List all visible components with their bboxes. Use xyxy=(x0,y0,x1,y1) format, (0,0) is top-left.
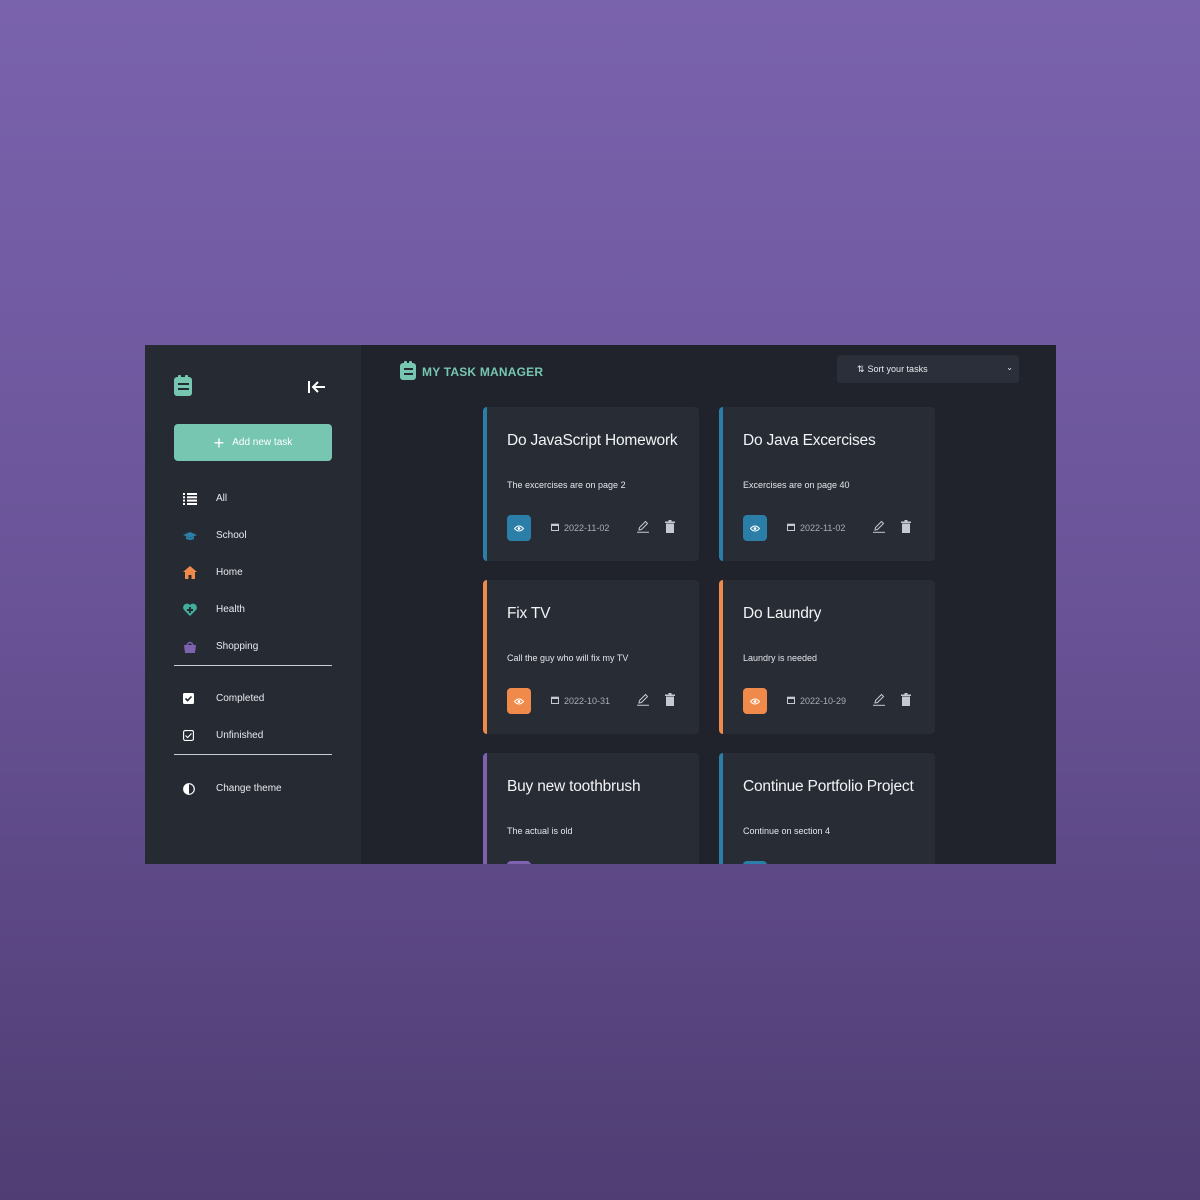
eye-icon xyxy=(749,519,761,537)
sidebar-item-home[interactable]: Home xyxy=(174,554,332,591)
task-due-date: 2022-11-02 xyxy=(551,523,609,533)
trash-icon[interactable] xyxy=(665,520,675,533)
task-due-date: 2022-10-31 xyxy=(551,696,610,706)
task-title: Do Java Excercises xyxy=(743,432,876,449)
heart-plus-icon xyxy=(174,603,216,616)
calendar-icon xyxy=(787,696,795,706)
eye-icon xyxy=(513,519,525,537)
page-title: MY TASK MANAGER xyxy=(422,364,544,379)
checkbox-checked-icon xyxy=(174,693,216,704)
trash-icon[interactable] xyxy=(901,520,911,533)
task-due-date: 2022-10-29 xyxy=(787,696,846,706)
trash-icon[interactable] xyxy=(901,693,911,706)
sidebar-item-label: All xyxy=(216,493,228,504)
eye-icon xyxy=(749,692,761,710)
task-manager-app: + Add new task All School Home Health Sh… xyxy=(145,345,1056,864)
edit-task-icon[interactable] xyxy=(873,520,885,533)
main-content: MY TASK MANAGER ⇅ Sort your tasks ⌄ Do J… xyxy=(361,345,1056,864)
sidebar-item-label: Health xyxy=(216,604,245,615)
task-title: Do Laundry xyxy=(743,605,822,622)
category-nav: All School Home Health Shopping Complete… xyxy=(174,480,332,807)
task-due-date: 2022-11-02 xyxy=(787,523,845,533)
sidebar-item-health[interactable]: Health xyxy=(174,591,332,628)
basket-icon xyxy=(174,640,216,653)
checkbox-outline-icon xyxy=(174,730,216,741)
edit-task-icon[interactable] xyxy=(637,520,649,533)
task-date: 2022-11-02 xyxy=(800,523,846,533)
task-card: Buy new toothbrush The actual is old xyxy=(483,753,699,864)
task-description: The excercises are on page 2 xyxy=(507,480,626,490)
calendar-icon xyxy=(551,523,559,533)
edit-task-icon[interactable] xyxy=(637,693,649,706)
view-task-button[interactable] xyxy=(743,688,767,714)
task-date: 2022-10-29 xyxy=(800,696,847,706)
eye-icon xyxy=(513,692,525,710)
task-card: Do Laundry Laundry is needed 2022-10-29 xyxy=(719,580,935,734)
task-description: Excercises are on page 40 xyxy=(743,480,850,490)
task-card: Do JavaScript Homework The excercises ar… xyxy=(483,407,699,561)
task-card: Do Java Excercises Excercises are on pag… xyxy=(719,407,935,561)
sort-tasks-select[interactable]: ⇅ Sort your tasks ⌄ xyxy=(837,355,1019,383)
sidebar-item-unfinished[interactable]: Unfinished xyxy=(174,717,332,754)
add-new-task-label: Add new task xyxy=(232,437,293,448)
calendar-icon xyxy=(787,523,795,533)
clipboard-checklist-icon xyxy=(174,375,192,396)
sidebar-item-school[interactable]: School xyxy=(174,517,332,554)
sidebar-item-label: Home xyxy=(216,567,243,578)
sidebar-item-all[interactable]: All xyxy=(174,480,332,517)
house-icon xyxy=(174,566,216,579)
task-description: Call the guy who will fix my TV xyxy=(507,653,629,663)
view-task-button[interactable] xyxy=(743,861,767,864)
sidebar-item-label: Unfinished xyxy=(216,730,264,741)
calendar-icon xyxy=(551,696,559,706)
chevron-down-icon: ⌄ xyxy=(1006,363,1013,372)
task-title: Buy new toothbrush xyxy=(507,778,641,795)
contrast-icon xyxy=(174,782,216,795)
collapse-sidebar-icon[interactable] xyxy=(307,379,327,395)
sidebar-item-label: School xyxy=(216,530,247,541)
task-grid: Do JavaScript Homework The excercises ar… xyxy=(483,407,935,864)
list-icon xyxy=(174,492,216,505)
trash-icon[interactable] xyxy=(665,693,675,706)
sidebar: + Add new task All School Home Health Sh… xyxy=(145,345,361,864)
graduation-cap-icon xyxy=(174,531,216,541)
task-description: Continue on section 4 xyxy=(743,826,831,836)
task-card: Fix TV Call the guy who will fix my TV 2… xyxy=(483,580,699,734)
clipboard-checklist-icon xyxy=(400,361,416,380)
view-task-button[interactable] xyxy=(507,861,531,864)
change-theme-label: Change theme xyxy=(216,783,282,794)
task-date: 2022-10-31 xyxy=(564,696,611,706)
task-description: The actual is old xyxy=(507,826,573,836)
sidebar-item-completed[interactable]: Completed xyxy=(174,680,332,717)
edit-task-icon[interactable] xyxy=(873,693,885,706)
task-card: Continue Portfolio Project Continue on s… xyxy=(719,753,935,864)
app-brand: MY TASK MANAGER xyxy=(400,361,544,380)
task-description: Laundry is needed xyxy=(743,653,818,663)
sort-arrows-icon: ⇅ xyxy=(857,363,865,374)
add-new-task-button[interactable]: + Add new task xyxy=(174,424,332,461)
view-task-button[interactable] xyxy=(507,515,531,541)
sidebar-item-shopping[interactable]: Shopping xyxy=(174,628,332,665)
change-theme-button[interactable]: Change theme xyxy=(174,770,332,807)
plus-icon: + xyxy=(213,432,225,453)
sort-label: Sort your tasks xyxy=(867,364,928,374)
sidebar-item-label: Shopping xyxy=(216,641,259,652)
view-task-button[interactable] xyxy=(743,515,767,541)
task-title: Do JavaScript Homework xyxy=(507,432,678,449)
task-title: Fix TV xyxy=(507,605,551,622)
task-title: Continue Portfolio Project xyxy=(743,778,914,795)
task-date: 2022-11-02 xyxy=(564,523,610,533)
sidebar-item-label: Completed xyxy=(216,693,265,704)
view-task-button[interactable] xyxy=(507,688,531,714)
